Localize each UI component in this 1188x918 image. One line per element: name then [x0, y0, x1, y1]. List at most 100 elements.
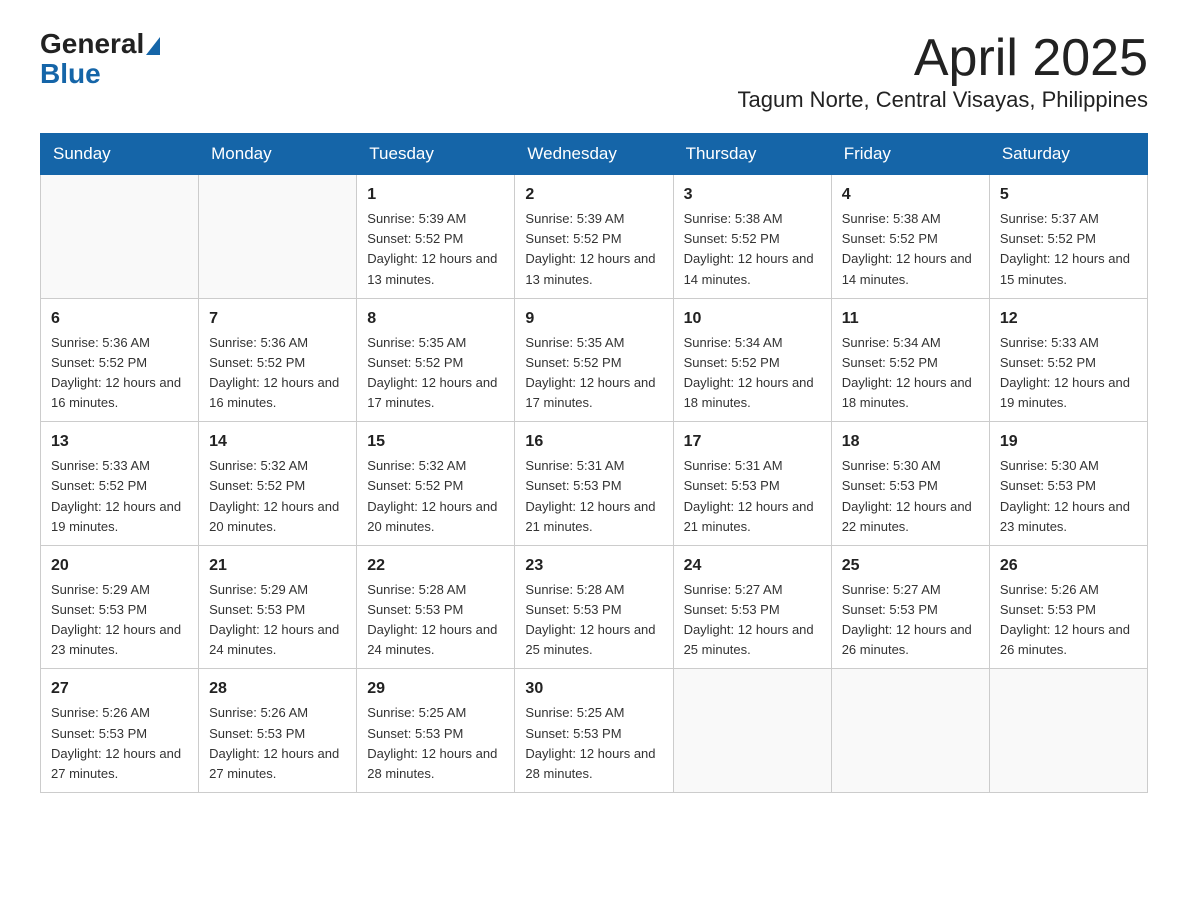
calendar-cell: 10Sunrise: 5:34 AM Sunset: 5:52 PM Dayli… [673, 298, 831, 422]
calendar-week-row: 20Sunrise: 5:29 AM Sunset: 5:53 PM Dayli… [41, 545, 1148, 669]
title-area: April 2025 Tagum Norte, Central Visayas,… [738, 30, 1148, 113]
page-header: General Blue April 2025 Tagum Norte, Cen… [40, 30, 1148, 113]
calendar-cell: 22Sunrise: 5:28 AM Sunset: 5:53 PM Dayli… [357, 545, 515, 669]
weekday-header-monday: Monday [199, 134, 357, 175]
weekday-header-thursday: Thursday [673, 134, 831, 175]
calendar-cell: 25Sunrise: 5:27 AM Sunset: 5:53 PM Dayli… [831, 545, 989, 669]
calendar-cell: 23Sunrise: 5:28 AM Sunset: 5:53 PM Dayli… [515, 545, 673, 669]
calendar-cell: 9Sunrise: 5:35 AM Sunset: 5:52 PM Daylig… [515, 298, 673, 422]
calendar-cell: 2Sunrise: 5:39 AM Sunset: 5:52 PM Daylig… [515, 175, 673, 299]
day-info: Sunrise: 5:30 AM Sunset: 5:53 PM Dayligh… [842, 456, 979, 537]
day-number: 22 [367, 554, 504, 578]
day-info: Sunrise: 5:26 AM Sunset: 5:53 PM Dayligh… [1000, 580, 1137, 661]
calendar-cell [41, 175, 199, 299]
logo-triangle-icon [146, 37, 160, 55]
weekday-header-saturday: Saturday [989, 134, 1147, 175]
calendar-cell: 28Sunrise: 5:26 AM Sunset: 5:53 PM Dayli… [199, 669, 357, 793]
calendar-week-row: 1Sunrise: 5:39 AM Sunset: 5:52 PM Daylig… [41, 175, 1148, 299]
calendar-cell: 29Sunrise: 5:25 AM Sunset: 5:53 PM Dayli… [357, 669, 515, 793]
weekday-header-wednesday: Wednesday [515, 134, 673, 175]
day-info: Sunrise: 5:25 AM Sunset: 5:53 PM Dayligh… [525, 703, 662, 784]
day-info: Sunrise: 5:39 AM Sunset: 5:52 PM Dayligh… [367, 209, 504, 290]
calendar-cell: 3Sunrise: 5:38 AM Sunset: 5:52 PM Daylig… [673, 175, 831, 299]
day-number: 27 [51, 677, 188, 701]
weekday-header-row: SundayMondayTuesdayWednesdayThursdayFrid… [41, 134, 1148, 175]
calendar-cell: 4Sunrise: 5:38 AM Sunset: 5:52 PM Daylig… [831, 175, 989, 299]
calendar-cell: 17Sunrise: 5:31 AM Sunset: 5:53 PM Dayli… [673, 422, 831, 546]
day-info: Sunrise: 5:36 AM Sunset: 5:52 PM Dayligh… [209, 333, 346, 414]
day-number: 24 [684, 554, 821, 578]
day-number: 25 [842, 554, 979, 578]
calendar-cell: 12Sunrise: 5:33 AM Sunset: 5:52 PM Dayli… [989, 298, 1147, 422]
day-info: Sunrise: 5:38 AM Sunset: 5:52 PM Dayligh… [842, 209, 979, 290]
weekday-header-tuesday: Tuesday [357, 134, 515, 175]
day-info: Sunrise: 5:35 AM Sunset: 5:52 PM Dayligh… [525, 333, 662, 414]
month-title: April 2025 [738, 30, 1148, 87]
day-info: Sunrise: 5:27 AM Sunset: 5:53 PM Dayligh… [842, 580, 979, 661]
calendar-cell: 18Sunrise: 5:30 AM Sunset: 5:53 PM Dayli… [831, 422, 989, 546]
day-info: Sunrise: 5:33 AM Sunset: 5:52 PM Dayligh… [51, 456, 188, 537]
day-number: 4 [842, 183, 979, 207]
day-number: 23 [525, 554, 662, 578]
day-info: Sunrise: 5:39 AM Sunset: 5:52 PM Dayligh… [525, 209, 662, 290]
day-number: 15 [367, 430, 504, 454]
calendar-cell: 26Sunrise: 5:26 AM Sunset: 5:53 PM Dayli… [989, 545, 1147, 669]
calendar-cell: 19Sunrise: 5:30 AM Sunset: 5:53 PM Dayli… [989, 422, 1147, 546]
calendar-cell: 30Sunrise: 5:25 AM Sunset: 5:53 PM Dayli… [515, 669, 673, 793]
weekday-header-sunday: Sunday [41, 134, 199, 175]
calendar-cell: 5Sunrise: 5:37 AM Sunset: 5:52 PM Daylig… [989, 175, 1147, 299]
calendar-cell: 20Sunrise: 5:29 AM Sunset: 5:53 PM Dayli… [41, 545, 199, 669]
day-info: Sunrise: 5:26 AM Sunset: 5:53 PM Dayligh… [51, 703, 188, 784]
calendar-cell: 24Sunrise: 5:27 AM Sunset: 5:53 PM Dayli… [673, 545, 831, 669]
day-number: 14 [209, 430, 346, 454]
calendar-week-row: 27Sunrise: 5:26 AM Sunset: 5:53 PM Dayli… [41, 669, 1148, 793]
day-number: 20 [51, 554, 188, 578]
calendar-cell: 8Sunrise: 5:35 AM Sunset: 5:52 PM Daylig… [357, 298, 515, 422]
calendar-cell [673, 669, 831, 793]
calendar-week-row: 6Sunrise: 5:36 AM Sunset: 5:52 PM Daylig… [41, 298, 1148, 422]
day-info: Sunrise: 5:36 AM Sunset: 5:52 PM Dayligh… [51, 333, 188, 414]
logo: General Blue [40, 30, 162, 90]
day-info: Sunrise: 5:31 AM Sunset: 5:53 PM Dayligh… [525, 456, 662, 537]
day-number: 8 [367, 307, 504, 331]
day-number: 13 [51, 430, 188, 454]
day-number: 17 [684, 430, 821, 454]
day-number: 5 [1000, 183, 1137, 207]
day-number: 3 [684, 183, 821, 207]
day-info: Sunrise: 5:37 AM Sunset: 5:52 PM Dayligh… [1000, 209, 1137, 290]
calendar-cell: 7Sunrise: 5:36 AM Sunset: 5:52 PM Daylig… [199, 298, 357, 422]
calendar-cell: 11Sunrise: 5:34 AM Sunset: 5:52 PM Dayli… [831, 298, 989, 422]
calendar-cell: 15Sunrise: 5:32 AM Sunset: 5:52 PM Dayli… [357, 422, 515, 546]
day-info: Sunrise: 5:26 AM Sunset: 5:53 PM Dayligh… [209, 703, 346, 784]
day-number: 9 [525, 307, 662, 331]
day-number: 21 [209, 554, 346, 578]
day-info: Sunrise: 5:34 AM Sunset: 5:52 PM Dayligh… [684, 333, 821, 414]
day-number: 26 [1000, 554, 1137, 578]
calendar-cell [831, 669, 989, 793]
day-info: Sunrise: 5:30 AM Sunset: 5:53 PM Dayligh… [1000, 456, 1137, 537]
day-info: Sunrise: 5:33 AM Sunset: 5:52 PM Dayligh… [1000, 333, 1137, 414]
day-number: 1 [367, 183, 504, 207]
day-info: Sunrise: 5:27 AM Sunset: 5:53 PM Dayligh… [684, 580, 821, 661]
day-number: 18 [842, 430, 979, 454]
day-number: 7 [209, 307, 346, 331]
day-info: Sunrise: 5:35 AM Sunset: 5:52 PM Dayligh… [367, 333, 504, 414]
day-info: Sunrise: 5:32 AM Sunset: 5:52 PM Dayligh… [209, 456, 346, 537]
day-number: 30 [525, 677, 662, 701]
day-number: 19 [1000, 430, 1137, 454]
calendar-cell: 21Sunrise: 5:29 AM Sunset: 5:53 PM Dayli… [199, 545, 357, 669]
day-number: 28 [209, 677, 346, 701]
weekday-header-friday: Friday [831, 134, 989, 175]
day-info: Sunrise: 5:25 AM Sunset: 5:53 PM Dayligh… [367, 703, 504, 784]
day-info: Sunrise: 5:32 AM Sunset: 5:52 PM Dayligh… [367, 456, 504, 537]
day-info: Sunrise: 5:29 AM Sunset: 5:53 PM Dayligh… [51, 580, 188, 661]
calendar-cell: 27Sunrise: 5:26 AM Sunset: 5:53 PM Dayli… [41, 669, 199, 793]
day-info: Sunrise: 5:38 AM Sunset: 5:52 PM Dayligh… [684, 209, 821, 290]
calendar-cell: 14Sunrise: 5:32 AM Sunset: 5:52 PM Dayli… [199, 422, 357, 546]
calendar-cell: 6Sunrise: 5:36 AM Sunset: 5:52 PM Daylig… [41, 298, 199, 422]
calendar-header: SundayMondayTuesdayWednesdayThursdayFrid… [41, 134, 1148, 175]
calendar-cell: 16Sunrise: 5:31 AM Sunset: 5:53 PM Dayli… [515, 422, 673, 546]
day-number: 16 [525, 430, 662, 454]
day-info: Sunrise: 5:28 AM Sunset: 5:53 PM Dayligh… [367, 580, 504, 661]
day-number: 2 [525, 183, 662, 207]
